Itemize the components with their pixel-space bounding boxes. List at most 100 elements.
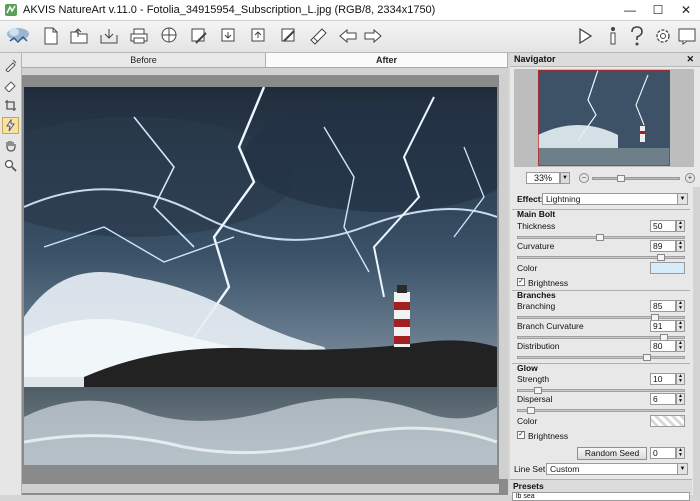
branches-title: Branches (517, 290, 556, 300)
line-set-row: Line Set Custom ▼ (510, 463, 692, 477)
chevron-down-icon: ▼ (677, 464, 687, 474)
print-icon[interactable] (128, 25, 150, 47)
close-button[interactable]: ✕ (672, 0, 700, 20)
line-set-select[interactable]: Custom ▼ (546, 463, 688, 475)
settings-scrollbar[interactable] (693, 187, 700, 495)
guide-strokes-icon[interactable] (2, 57, 19, 74)
zoom-slider-handle[interactable] (617, 175, 625, 182)
notifications-icon[interactable] (676, 25, 698, 47)
random-seed-button[interactable]: Random Seed (577, 447, 647, 460)
maximize-button[interactable]: ☐ (644, 0, 672, 20)
thickness-spinner[interactable]: ▲ ▼ (676, 220, 685, 232)
distribution-slider-handle[interactable] (643, 354, 651, 361)
tools-panel (0, 53, 22, 495)
distribution-spinner[interactable]: ▲ ▼ (676, 340, 685, 352)
dispersal-spinner[interactable]: ▲ ▼ (676, 393, 685, 405)
bolt-color-swatch[interactable] (650, 262, 685, 274)
tab-before[interactable]: Before (22, 53, 266, 67)
minimize-button[interactable]: — (616, 0, 644, 20)
new-file-icon[interactable] (40, 25, 62, 47)
export-preset-icon[interactable] (248, 25, 270, 47)
zoom-dropdown-icon[interactable]: ▼ (560, 172, 570, 184)
curvature-input[interactable]: 89 (650, 240, 676, 252)
effect-value: Lightning (546, 194, 581, 204)
zoom-in-icon[interactable]: + (685, 173, 695, 183)
dispersal-input[interactable]: 6 (650, 393, 676, 405)
random-seed-input[interactable]: 0 (650, 447, 676, 459)
branch-curvature-label: Branch Curvature (517, 321, 584, 331)
thickness-input[interactable]: 50 (650, 220, 676, 232)
branch-curvature-slider[interactable] (517, 334, 685, 341)
effect-select[interactable]: Lightning ▼ (542, 193, 688, 205)
undo-icon[interactable] (337, 25, 359, 47)
app-logo-icon (5, 4, 17, 16)
strength-spinner[interactable]: ▲ ▼ (676, 373, 685, 385)
navigator-thumbnail (538, 70, 670, 166)
dispersal-slider-handle[interactable] (527, 407, 535, 414)
eraser-icon[interactable] (2, 77, 19, 94)
tab-after[interactable]: After (266, 53, 508, 67)
redo-icon[interactable] (362, 25, 384, 47)
zoom-input[interactable]: 33% (526, 172, 560, 184)
view-tabs: Before After (22, 53, 508, 68)
branching-spinner[interactable]: ▲ ▼ (676, 300, 685, 312)
curvature-slider[interactable] (517, 254, 685, 261)
navigator-title: Navigator (514, 54, 556, 64)
dispersal-slider[interactable] (517, 407, 685, 414)
gear-icon[interactable] (652, 25, 674, 47)
effect-settings: Effect: Lightning ▼ Main Bolt Thickness … (510, 187, 692, 501)
thickness-label: Thickness (517, 221, 556, 231)
navigator-preview[interactable] (514, 69, 694, 167)
navigator-close-icon[interactable]: ✕ (686, 53, 694, 66)
save-file-icon[interactable] (98, 25, 120, 47)
zoom-icon[interactable] (2, 157, 19, 174)
branch-curvature-spinner[interactable]: ▲ ▼ (676, 320, 685, 332)
glow-color-swatch[interactable] (650, 415, 685, 427)
lightning-tool-icon[interactable] (2, 117, 19, 134)
branch-curvature-input[interactable]: 91 (650, 320, 676, 332)
preset-select[interactable]: lb sea (512, 492, 690, 501)
bolt-color-row: Color (510, 262, 692, 276)
glow-brightness-checkbox[interactable]: ✓ (517, 431, 525, 439)
dispersal-row: Dispersal 6 ▲ ▼ (510, 393, 692, 407)
zoom-slider[interactable] (592, 175, 680, 182)
random-seed-spinner[interactable]: ▲ ▼ (676, 447, 685, 459)
window-title: AKVIS NatureArt v.11.0 - Fotolia_3491595… (23, 4, 436, 16)
presets-label: Presets (513, 481, 544, 491)
import-preset-icon[interactable] (218, 25, 240, 47)
toolbar (0, 21, 700, 53)
help-icon[interactable] (626, 25, 648, 47)
distribution-input[interactable]: 80 (650, 340, 676, 352)
zoom-out-icon[interactable]: − (579, 173, 589, 183)
brush-settings-icon[interactable] (308, 25, 330, 47)
crop-icon[interactable] (2, 97, 19, 114)
thickness-slider[interactable] (517, 234, 685, 241)
stroke-presets-icon[interactable] (278, 25, 300, 47)
curvature-row: Curvature 89 ▲ ▼ (510, 240, 692, 254)
glow-brightness-label: Brightness (528, 431, 569, 441)
curvature-slider-handle[interactable] (657, 254, 665, 261)
strength-slider[interactable] (517, 387, 685, 394)
info-icon[interactable] (602, 25, 624, 47)
distribution-row: Distribution 80 ▲ ▼ (510, 340, 692, 354)
app-menu-icon[interactable] (4, 25, 32, 47)
strength-input[interactable]: 10 (650, 373, 676, 385)
share-icon[interactable] (158, 25, 180, 47)
distribution-slider[interactable] (517, 354, 685, 361)
branching-input[interactable]: 85 (650, 300, 676, 312)
horizontal-scrollbar[interactable] (22, 484, 499, 493)
bolt-brightness-checkbox[interactable]: ✓ (517, 278, 525, 286)
vertical-scrollbar[interactable] (499, 75, 508, 479)
batch-icon[interactable] (188, 25, 210, 47)
curvature-spinner[interactable]: ▲ ▼ (676, 240, 685, 252)
glow-title: Glow (517, 363, 538, 373)
branching-row: Branching 85 ▲ ▼ (510, 300, 692, 314)
run-icon[interactable] (574, 25, 596, 47)
result-image[interactable] (24, 87, 497, 465)
branching-slider[interactable] (517, 314, 685, 321)
open-file-icon[interactable] (68, 25, 90, 47)
distribution-label: Distribution (517, 341, 560, 351)
effect-row: Effect: Lightning ▼ (510, 193, 692, 207)
dispersal-label: Dispersal (517, 394, 553, 404)
hand-icon[interactable] (2, 137, 19, 154)
